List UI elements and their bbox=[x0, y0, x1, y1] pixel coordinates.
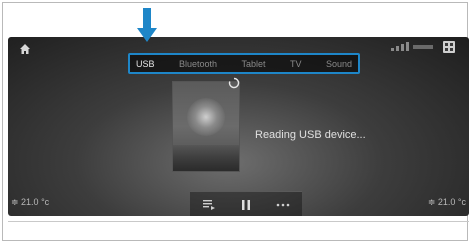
grid-menu-icon[interactable] bbox=[443, 41, 455, 53]
playlist-button[interactable] bbox=[202, 199, 216, 211]
loading-spinner-icon bbox=[228, 77, 240, 89]
more-options-button[interactable] bbox=[276, 199, 290, 211]
tab-bluetooth[interactable]: Bluetooth bbox=[179, 59, 217, 69]
home-icon[interactable] bbox=[19, 43, 31, 55]
tab-tablet[interactable]: Tablet bbox=[241, 59, 265, 69]
more-options-icon bbox=[277, 203, 290, 206]
infotainment-screen: USB Bluetooth Tablet TV Sound Reading US… bbox=[8, 37, 469, 216]
right-temp-prefix: ≑ bbox=[427, 197, 438, 207]
left-temp-unit: °c bbox=[38, 197, 50, 207]
source-tab-bar: USB Bluetooth Tablet TV Sound bbox=[128, 53, 360, 74]
left-temp-prefix: ≑ bbox=[11, 197, 22, 207]
pointer-arrow-icon bbox=[137, 8, 157, 42]
pause-button[interactable] bbox=[239, 199, 253, 211]
album-art-glow bbox=[187, 98, 225, 136]
figure-frame: USB Bluetooth Tablet TV Sound Reading US… bbox=[2, 2, 469, 241]
divider-line bbox=[8, 221, 469, 222]
playlist-icon bbox=[202, 199, 215, 210]
tab-sound[interactable]: Sound bbox=[326, 59, 352, 69]
right-temp-unit: °c bbox=[455, 197, 466, 207]
left-temp-value: 21.0 bbox=[21, 197, 39, 207]
right-temperature[interactable]: ≑ 21.0 °c bbox=[428, 197, 466, 208]
album-art-reflection bbox=[173, 145, 239, 171]
status-message: Reading USB device... bbox=[255, 129, 366, 141]
album-art bbox=[173, 82, 239, 171]
signal-status-icon bbox=[391, 42, 433, 51]
left-temperature[interactable]: ≑ 21.0 °c bbox=[11, 197, 49, 208]
status-area bbox=[391, 41, 455, 53]
right-temp-value: 21.0 bbox=[437, 197, 456, 207]
tab-tv[interactable]: TV bbox=[290, 59, 302, 69]
pause-icon bbox=[241, 199, 250, 210]
playback-controls bbox=[190, 191, 302, 216]
tab-usb[interactable]: USB bbox=[136, 59, 155, 69]
